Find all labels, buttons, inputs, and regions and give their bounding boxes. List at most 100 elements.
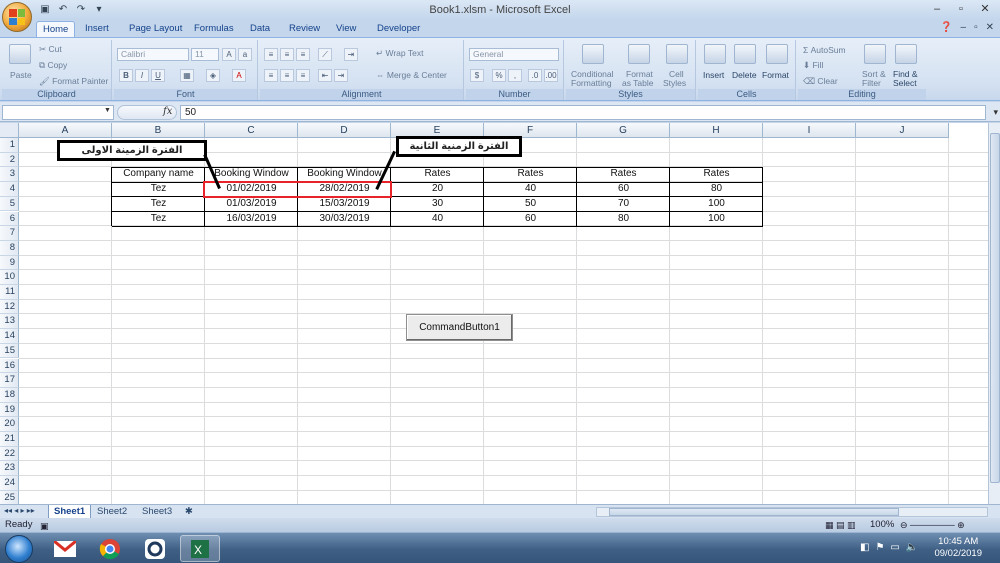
column-header-a[interactable]: A xyxy=(19,123,112,138)
column-header-c[interactable]: C xyxy=(205,123,298,138)
align-top-icon[interactable]: ≡ xyxy=(264,48,278,61)
workbook-close-button[interactable]: ✕ xyxy=(986,22,994,33)
table-header-cell[interactable]: Rates xyxy=(577,167,670,182)
row-header-22[interactable]: 22 xyxy=(0,446,19,462)
column-header-d[interactable]: D xyxy=(298,123,391,138)
workbook-minimize-button[interactable]: – xyxy=(961,22,967,33)
orientation-icon[interactable]: ⟋ xyxy=(318,48,332,61)
table-header-cell[interactable]: Booking Window xyxy=(205,167,298,182)
conditional-formatting-icon[interactable] xyxy=(582,44,604,64)
tab-insert[interactable]: Insert xyxy=(85,21,109,37)
table-cell[interactable]: Tez xyxy=(112,197,205,212)
row-header-13[interactable]: 13 xyxy=(0,314,19,330)
zoom-level[interactable]: 100% xyxy=(870,518,894,532)
tab-review[interactable]: Review xyxy=(289,21,320,37)
font-name-combo[interactable]: Calibri xyxy=(117,48,189,61)
table-cell[interactable]: Tez xyxy=(112,182,205,197)
column-header-g[interactable]: G xyxy=(577,123,670,138)
row-header-16[interactable]: 16 xyxy=(0,358,19,374)
insert-cells-button[interactable]: Insert xyxy=(703,70,724,80)
cell-styles-icon[interactable] xyxy=(666,44,688,64)
maximize-button[interactable]: ▫ xyxy=(950,2,972,16)
gmail-icon[interactable] xyxy=(45,535,85,562)
clear-button[interactable]: ⌫ Clear xyxy=(803,76,838,87)
row-header-8[interactable]: 8 xyxy=(0,240,19,256)
column-header-b[interactable]: B xyxy=(112,123,205,138)
format-as-table-icon[interactable] xyxy=(628,44,650,64)
row-header-11[interactable]: 11 xyxy=(0,285,19,300)
fill-button[interactable]: ⬇ Fill xyxy=(803,60,823,71)
sheet-tab-1[interactable]: Sheet1 xyxy=(48,505,92,518)
increase-decimal-icon[interactable]: .0 xyxy=(528,69,542,82)
vertical-scrollbar[interactable] xyxy=(988,123,1000,504)
decrease-decimal-icon[interactable]: .00 xyxy=(544,69,558,82)
bold-button[interactable]: B xyxy=(119,69,133,82)
tray-volume-icon[interactable]: 🔈 xyxy=(906,542,918,553)
table-cell[interactable]: 60 xyxy=(484,212,577,227)
row-header-21[interactable]: 21 xyxy=(0,432,19,447)
name-box[interactable] xyxy=(2,105,114,120)
table-cell[interactable]: 70 xyxy=(577,197,670,212)
table-cell[interactable]: 80 xyxy=(577,212,670,227)
app-c-icon[interactable] xyxy=(135,535,175,562)
table-header-cell[interactable]: Booking Window xyxy=(298,167,391,182)
row-header-4[interactable]: 4 xyxy=(0,182,19,197)
fill-color-icon[interactable]: ◈ xyxy=(206,69,220,82)
sort-filter-icon[interactable] xyxy=(864,44,886,64)
currency-button[interactable]: $ xyxy=(470,69,484,82)
row-header-17[interactable]: 17 xyxy=(0,373,19,388)
tray-flag-icon[interactable]: ⚑ xyxy=(875,542,884,553)
italic-button[interactable]: I xyxy=(135,69,149,82)
table-cell[interactable]: 30 xyxy=(391,197,484,212)
indent-icon[interactable]: ⇥ xyxy=(344,48,358,61)
copy-button[interactable]: ⧉ Copy xyxy=(39,60,67,71)
table-cell[interactable]: 40 xyxy=(391,212,484,227)
align-left-icon[interactable]: ≡ xyxy=(264,69,278,82)
merge-center-button[interactable]: ⇔ Merge & Center xyxy=(376,70,447,80)
delete-cells-button[interactable]: Delete xyxy=(732,70,757,80)
table-header-cell[interactable]: Company name xyxy=(112,167,205,182)
row-header-23[interactable]: 23 xyxy=(0,461,19,477)
row-header-1[interactable]: 1 xyxy=(0,138,19,153)
start-button[interactable] xyxy=(5,535,33,563)
row-header-5[interactable]: 5 xyxy=(0,196,19,212)
command-button[interactable]: CommandButton1 xyxy=(406,314,513,341)
column-header-i[interactable]: I xyxy=(763,123,856,138)
table-header-cell[interactable]: Rates xyxy=(484,167,577,182)
table-cell[interactable]: 50 xyxy=(484,197,577,212)
sheet-tab-2[interactable]: Sheet2 xyxy=(92,505,132,518)
view-buttons[interactable]: ▦ ▤ ▥ xyxy=(825,518,856,532)
table-cell[interactable]: 20 xyxy=(391,182,484,197)
table-cell[interactable]: 40 xyxy=(484,182,577,197)
minimize-button[interactable]: – xyxy=(926,2,948,16)
table-cell[interactable]: 100 xyxy=(670,212,763,227)
taskbar-clock[interactable]: 10:45 AM 09/02/2019 xyxy=(934,536,982,560)
tray-network-icon[interactable]: ◧ xyxy=(860,542,869,553)
format-cells-button[interactable]: Format xyxy=(762,70,789,80)
table-cell[interactable]: 80 xyxy=(670,182,763,197)
row-header-6[interactable]: 6 xyxy=(0,211,19,227)
office-button[interactable] xyxy=(2,2,32,32)
column-header-h[interactable]: H xyxy=(670,123,763,138)
font-size-combo[interactable]: 11 xyxy=(191,48,219,61)
font-color-icon[interactable]: A xyxy=(232,69,246,82)
table-cell[interactable]: 15/03/2019 xyxy=(298,197,391,212)
tab-data[interactable]: Data xyxy=(250,21,270,37)
tray-monitor-icon[interactable]: ▭ xyxy=(890,542,899,553)
insert-cells-icon[interactable] xyxy=(704,44,726,64)
worksheet-grid[interactable]: A B C D E F G H I J 1 2 3 4 5 6 7 8 9 10 11 12 13 14 15 16 17 18 19 2… xyxy=(0,123,988,504)
table-cell[interactable]: 16/03/2019 xyxy=(205,212,298,227)
tab-formulas[interactable]: Formulas xyxy=(194,21,234,37)
zoom-slider[interactable]: ⊖ ─────── ⊕ xyxy=(900,518,965,532)
expand-formula-bar-icon[interactable]: ▾ xyxy=(993,107,998,118)
row-header-18[interactable]: 18 xyxy=(0,387,19,403)
column-header-j[interactable]: J xyxy=(856,123,949,138)
row-header-7[interactable]: 7 xyxy=(0,226,19,241)
row-header-9[interactable]: 9 xyxy=(0,255,19,271)
number-format-combo[interactable]: General xyxy=(469,48,559,61)
close-button[interactable]: ✕ xyxy=(974,2,996,16)
tab-view[interactable]: View xyxy=(336,21,356,37)
name-box-dropdown-icon[interactable]: ▼ xyxy=(104,107,111,114)
borders-icon[interactable]: ▦ xyxy=(180,69,194,82)
increase-indent-icon[interactable]: ⇥ xyxy=(334,69,348,82)
